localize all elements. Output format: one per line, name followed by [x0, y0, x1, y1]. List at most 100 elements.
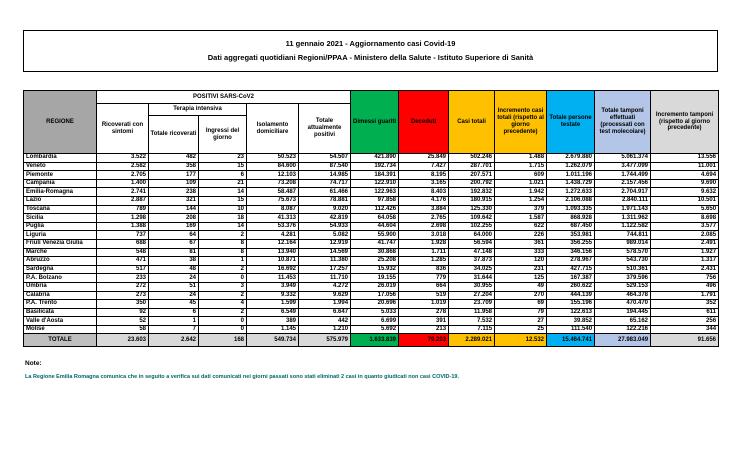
table-row: Sicilia1.2982081841.31342.81964.0582.765…	[24, 214, 719, 223]
table-row: Lazio2.8873211575.67378.88197.8584.17618…	[24, 196, 719, 205]
value-cell: 58.487	[247, 188, 299, 197]
table-row: Emilia-Romagna2.7412381458.48761.466122.…	[24, 188, 719, 197]
value-cell: 756	[651, 274, 719, 283]
col-header-deceduti: Deceduti	[399, 91, 449, 154]
col-group-terapia-intensiva: Terapia intensiva	[149, 104, 247, 116]
value-cell: 12.164	[247, 239, 299, 248]
value-cell: 1.262.079	[547, 162, 595, 171]
col-header-persone-testate: Totale persone testate	[547, 91, 595, 154]
value-cell: 4	[199, 300, 247, 309]
value-cell: 7.427	[399, 162, 449, 171]
value-cell: 270	[495, 291, 547, 300]
value-cell: 6	[149, 308, 199, 317]
table-row: Umbria2725133.9494.27226.01966430.955492…	[24, 282, 719, 291]
value-cell: 278.967	[547, 257, 595, 266]
value-cell: 25.208	[351, 257, 399, 266]
value-cell: 64.058	[351, 214, 399, 223]
value-cell: 868.928	[547, 214, 595, 223]
value-cell: 10	[199, 205, 247, 214]
total-value-cell: 79.203	[399, 334, 449, 347]
value-cell: 2.085	[651, 231, 719, 240]
value-cell: 1.791	[651, 291, 719, 300]
value-cell: 2	[199, 291, 247, 300]
region-name-cell: Sicilia	[24, 214, 97, 223]
value-cell: 192.832	[449, 188, 495, 197]
region-name-cell: Umbria	[24, 282, 97, 291]
value-cell: 356.255	[547, 239, 595, 248]
value-cell: 14	[199, 222, 247, 231]
value-cell: 622	[495, 222, 547, 231]
value-cell: 1.715	[495, 162, 547, 171]
value-cell: 664	[399, 282, 449, 291]
value-cell: 226	[495, 231, 547, 240]
value-cell: 125	[495, 274, 547, 283]
value-cell: 109.642	[449, 214, 495, 223]
table-row: Toscana789144108.0879.020112.4263.884125…	[24, 205, 719, 214]
value-cell: 12.919	[299, 239, 351, 248]
value-cell: 9.629	[299, 291, 351, 300]
value-cell: 2	[199, 308, 247, 317]
value-cell: 6.549	[247, 308, 299, 317]
value-cell: 238	[149, 188, 199, 197]
value-cell: 65.162	[595, 317, 651, 326]
value-cell: 1.021	[495, 179, 547, 188]
value-cell: 1.388	[97, 222, 149, 231]
value-cell: 84.600	[247, 162, 299, 171]
col-header-incremento-tamponi: Incremento tamponi (rispetto al giorno p…	[651, 91, 719, 154]
value-cell: 8.087	[247, 205, 299, 214]
value-cell: 273	[97, 291, 149, 300]
bulletin-subtitle: Dati aggregati quotidiani Regioni/PPAA -…	[208, 54, 533, 62]
table-body: Lombardia3.5224822350.52354.507421.89025…	[24, 154, 719, 334]
value-cell: 421.890	[351, 154, 399, 163]
value-cell: 25.849	[399, 154, 449, 163]
value-cell: 122.613	[547, 308, 595, 317]
value-cell: 9.632	[651, 188, 719, 197]
value-cell: 7.532	[449, 317, 495, 326]
value-cell: 4.176	[399, 196, 449, 205]
value-cell: 256	[651, 317, 719, 326]
col-header-tamponi: Totale tamponi effettuati (processati co…	[595, 91, 651, 154]
value-cell: 11.710	[299, 274, 351, 283]
value-cell: 543.730	[595, 257, 651, 266]
value-cell: 0	[199, 317, 247, 326]
value-cell: 2.157.456	[595, 179, 651, 188]
value-cell: 17.056	[351, 291, 399, 300]
total-value-cell: 27.983.049	[595, 334, 651, 347]
value-cell: 61.466	[299, 188, 351, 197]
value-cell: 78.881	[299, 196, 351, 205]
value-cell: 74.717	[299, 179, 351, 188]
value-cell: 56.594	[449, 239, 495, 248]
value-cell: 5.650	[651, 205, 719, 214]
covid-data-table: REGIONE POSITIVI SARS-CoV2 Dimessi guari…	[23, 90, 719, 347]
table-row: Veneto2.5823581584.60087.540192.7347.427…	[24, 162, 719, 171]
value-cell: 3.949	[247, 282, 299, 291]
value-cell: 3.577	[651, 222, 719, 231]
value-cell: 444.139	[547, 291, 595, 300]
value-cell: 1.285	[399, 257, 449, 266]
value-cell: 49	[495, 282, 547, 291]
value-cell: 3	[199, 282, 247, 291]
value-cell: 2.840.111	[595, 196, 651, 205]
value-cell: 427.715	[547, 265, 595, 274]
value-cell: 578.570	[595, 248, 651, 257]
value-cell: 470.470	[595, 300, 651, 309]
value-cell: 21	[199, 179, 247, 188]
value-cell: 2.887	[97, 196, 149, 205]
value-cell: 1.994	[299, 300, 351, 309]
value-cell: 54.933	[299, 222, 351, 231]
value-cell: 92	[97, 308, 149, 317]
value-cell: 13.940	[247, 248, 299, 257]
table-row: Friuli Venezia Giulia68867812.16412.9194…	[24, 239, 719, 248]
value-cell: 167.387	[547, 274, 595, 283]
value-cell: 5.082	[299, 231, 351, 240]
col-header-ingressi-giorno: Ingressi del giorno	[199, 116, 247, 154]
value-cell: 278	[399, 308, 449, 317]
region-name-cell: P.A. Bolzano	[24, 274, 97, 283]
region-name-cell: Marche	[24, 248, 97, 257]
col-header-regione: REGIONE	[24, 91, 97, 154]
table-row: Valle d'Aosta52103894426.6993917.5322739…	[24, 317, 719, 326]
value-cell: 3.884	[399, 205, 449, 214]
value-cell: 34.025	[449, 265, 495, 274]
value-cell: 8	[199, 248, 247, 257]
value-cell: 333	[495, 248, 547, 257]
